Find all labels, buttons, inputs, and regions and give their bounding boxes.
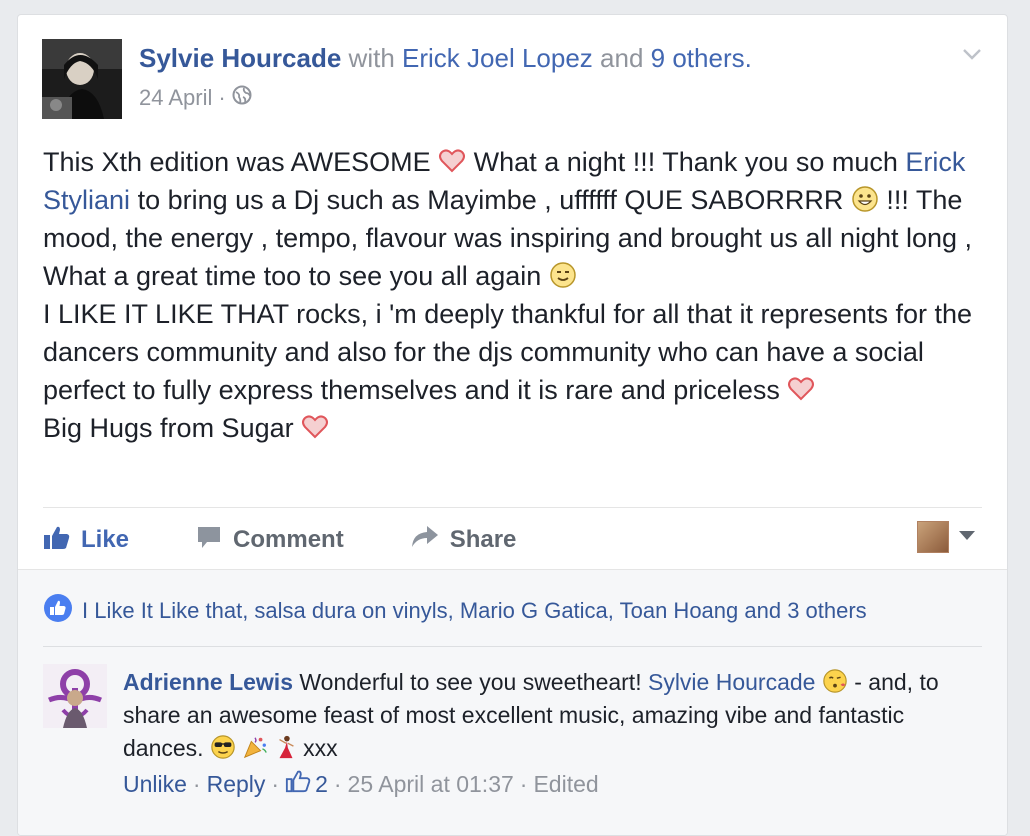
- meta-separator: ·: [333, 770, 342, 797]
- author-name[interactable]: Sylvie Hourcade: [139, 43, 341, 73]
- like-count-value: 2: [315, 770, 328, 797]
- post-paragraph-4: Big Hugs from Sugar: [43, 409, 993, 447]
- comment-text-segment: xxx: [303, 735, 338, 761]
- edited-label[interactable]: Edited: [533, 771, 598, 798]
- post-paragraph-2: What a great time too to see you all aga…: [43, 257, 993, 295]
- likes-summary[interactable]: I Like It Like that, salsa dura on vinyl…: [43, 593, 867, 629]
- comment-mention-link[interactable]: Sylvie Hourcade: [648, 669, 815, 695]
- post-meta: 24 April ·: [139, 85, 252, 111]
- meta-separator: ·: [218, 85, 226, 110]
- post-text-segment: This Xth edition was AWESOME: [43, 147, 431, 177]
- meta-separator: ·: [271, 770, 280, 797]
- comment-actions: Unlike · Reply · 2 · 25 April at 01:37 ·…: [123, 768, 599, 800]
- grinning-face-icon: [851, 185, 879, 213]
- share-label: Share: [449, 526, 517, 553]
- author-avatar[interactable]: [42, 39, 122, 119]
- heart-icon: [438, 147, 466, 175]
- post-text-segment: What a great time too to see you all aga…: [43, 261, 542, 291]
- post-text-segment: Big Hugs from Sugar: [43, 413, 294, 443]
- tagged-others-link[interactable]: 9 others.: [651, 43, 752, 73]
- like-button[interactable]: Like: [43, 523, 129, 558]
- post-text-segment: to bring us a Dj such as Mayimbe , uffff…: [137, 185, 844, 215]
- post-text-segment: I LIKE IT LIKE THAT rocks, i 'm deeply t…: [43, 299, 973, 405]
- post-body: This Xth edition was AWESOME What a nigh…: [43, 143, 993, 447]
- heart-icon: [301, 413, 329, 441]
- sunglasses-face-icon: [210, 734, 236, 760]
- thumbs-up-icon: [43, 523, 71, 558]
- post-paragraph-1: This Xth edition was AWESOME What a nigh…: [43, 143, 993, 257]
- post-card: Sylvie Hourcade with Erick Joel Lopez an…: [17, 14, 1008, 836]
- share-arrow-icon: [410, 523, 440, 558]
- kissing-face-icon: [822, 668, 848, 694]
- post-date[interactable]: 24 April: [139, 85, 212, 111]
- commenter-avatar[interactable]: [43, 664, 107, 728]
- divider: [43, 507, 982, 508]
- post-actions: Like Comment Share: [43, 520, 582, 560]
- likes-summary-text[interactable]: I Like It Like that, salsa dura on vinyl…: [82, 598, 867, 624]
- comment-button[interactable]: Comment: [195, 523, 344, 558]
- reply-link[interactable]: Reply: [207, 771, 266, 798]
- globe-icon[interactable]: [232, 85, 252, 111]
- dancer-icon: [275, 734, 297, 760]
- comments-section: I Like It Like that, salsa dura on vinyl…: [18, 569, 1007, 835]
- caret-down-icon: [959, 528, 975, 546]
- thumbs-up-outline-icon: [285, 768, 311, 800]
- smiling-face-icon: [549, 261, 577, 289]
- comment-icon: [195, 523, 223, 558]
- meta-separator: ·: [192, 770, 201, 797]
- comment-timestamp[interactable]: 25 April at 01:37: [348, 771, 514, 798]
- tagged-person[interactable]: Erick Joel Lopez: [402, 43, 593, 73]
- comment-text-segment: Wonderful to see you sweetheart!: [299, 669, 642, 695]
- comment-label: Comment: [233, 526, 344, 553]
- comment-like-count[interactable]: 2: [285, 768, 328, 800]
- and-word: and: [600, 43, 644, 73]
- comment-content: Adrienne Lewis Wonderful to see you swee…: [123, 666, 953, 765]
- like-label: Like: [81, 526, 130, 553]
- divider: [43, 646, 982, 647]
- commenter-name[interactable]: Adrienne Lewis: [123, 669, 293, 695]
- identity-selector[interactable]: [917, 521, 975, 553]
- share-button[interactable]: Share: [410, 523, 517, 558]
- post-header: Sylvie Hourcade with Erick Joel Lopez an…: [139, 43, 752, 74]
- post-paragraph-3: I LIKE IT LIKE THAT rocks, i 'm deeply t…: [43, 295, 993, 409]
- with-word: with: [348, 43, 395, 73]
- like-reaction-icon: [43, 593, 73, 629]
- meta-separator: ·: [519, 770, 528, 797]
- heart-icon: [787, 375, 815, 403]
- post-text-segment: What a night !!! Thank you so much: [473, 147, 898, 177]
- page-avatar: [917, 521, 949, 553]
- party-popper-icon: [242, 734, 268, 760]
- chevron-down-icon[interactable]: [961, 43, 983, 65]
- unlike-link[interactable]: Unlike: [123, 771, 187, 798]
